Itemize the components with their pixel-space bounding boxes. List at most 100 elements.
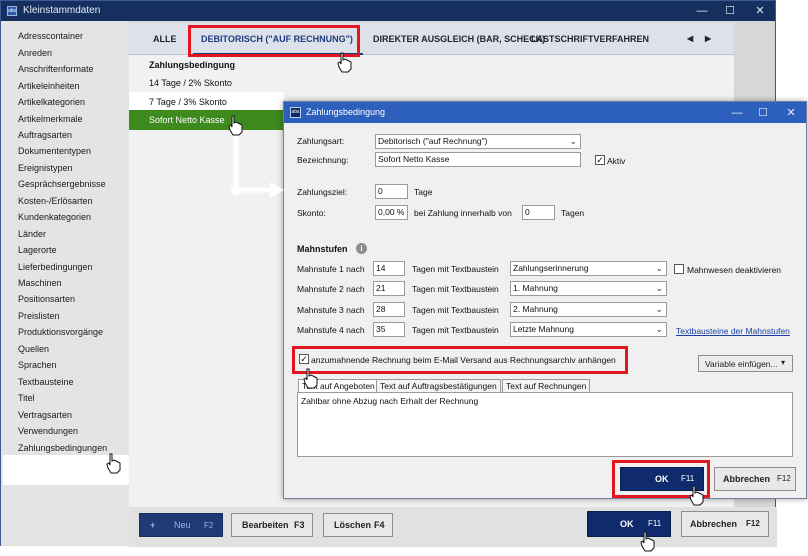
textbausteine-link[interactable]: Textbausteine der Mahnstufen <box>676 326 790 336</box>
zahlungsart-select[interactable]: Debitorisch ("auf Rechnung") ⌄ <box>375 134 581 149</box>
list-item[interactable]: 14 Tage / 2% Skonto <box>129 73 284 93</box>
sidebar-item-artikeleinheiten[interactable]: Artikeleinheiten <box>18 81 80 91</box>
mahnstufe-days-input[interactable]: 28 <box>373 302 405 317</box>
chevron-down-icon: ⌄ <box>655 304 663 314</box>
sidebar-item-produktionsvorgaenge[interactable]: Produktionsvorgänge <box>18 327 103 337</box>
hand-cursor-icon <box>228 115 243 136</box>
sidebar-item-vertragsarten[interactable]: Vertragsarten <box>18 410 72 420</box>
sidebar-item-preislisten[interactable]: Preislisten <box>18 311 60 321</box>
sidebar-item-artikelmerkmale[interactable]: Artikelmerkmale <box>18 114 83 124</box>
bezeichnung-label: Bezeichnung: <box>297 155 349 165</box>
mahnstufe-text-label: Tagen mit Textbaustein <box>412 305 499 315</box>
dropdown-arrow-icon: ▾ <box>781 358 786 367</box>
minimize-button[interactable]: — <box>693 3 711 19</box>
sidebar-item-lagerorte[interactable]: Lagerorte <box>18 245 57 255</box>
edit-button[interactable]: Bearbeiten F3 <box>231 513 313 537</box>
subtab-rechnungen[interactable]: Text auf Rechnungen <box>502 379 591 393</box>
sidebar-item-ereignistypen[interactable]: Ereignistypen <box>18 163 73 173</box>
sidebar-item-adresscontainer[interactable]: Adresscontainer <box>18 31 83 41</box>
window-title: Kleinstammdaten <box>23 5 101 16</box>
list-item[interactable]: 7 Tage / 3% Skonto <box>129 92 284 112</box>
mahnstufe-text-label: Tagen mit Textbaustein <box>412 264 499 274</box>
mahnstufe-days-input[interactable]: 21 <box>373 281 405 296</box>
sidebar-item-textbausteine[interactable]: Textbausteine <box>18 377 74 387</box>
mahnstufe-baustein-select[interactable]: 2. Mahnung ⌄ <box>510 302 667 317</box>
zahlungsziel-input[interactable]: 0 <box>375 184 408 199</box>
skonto-input[interactable]: 0,00 % <box>375 205 408 220</box>
highlight-tab-annotation <box>188 25 360 57</box>
dialog-maximize-button[interactable]: ☐ <box>754 105 772 121</box>
sidebar-item-lieferbedingungen[interactable]: Lieferbedingungen <box>18 262 93 272</box>
tab-alle[interactable]: ALLE <box>153 34 177 44</box>
skonto-label: Skonto: <box>297 208 326 218</box>
mahnstufe-label: Mahnstufe 1 nach <box>297 264 365 274</box>
main-titlebar: abs Kleinstammdaten — ☐ ✕ <box>1 1 775 21</box>
sidebar-item-dokumententypen[interactable]: Dokumententypen <box>18 146 91 156</box>
close-button[interactable]: ✕ <box>751 3 769 19</box>
subtab-auftragsbestaetigungen[interactable]: Text auf Auftragsbestätigungen <box>376 379 501 393</box>
variable-insert-button[interactable]: Variable einfügen... ▾ <box>698 355 793 372</box>
bezeichnung-input[interactable]: Sofort Netto Kasse <box>375 152 581 167</box>
chevron-down-icon: ⌄ <box>569 136 577 146</box>
highlight-checkbox-annotation <box>292 346 628 374</box>
mahnstufe-days-input[interactable]: 14 <box>373 261 405 276</box>
plus-icon: + <box>150 520 156 530</box>
chevron-down-icon: ⌄ <box>655 324 663 334</box>
sidebar-item-positionsarten[interactable]: Positionsarten <box>18 294 75 304</box>
sidebar-item-sprachen[interactable]: Sprachen <box>18 360 57 370</box>
sidebar-selected-highlight <box>3 455 147 485</box>
sidebar-item-quellen[interactable]: Quellen <box>18 344 49 354</box>
dialog-app-icon: abs <box>290 107 301 118</box>
sidebar-item-verwendungen[interactable]: Verwendungen <box>18 426 78 436</box>
aktiv-checkbox[interactable]: ✓ <box>595 155 605 165</box>
aktiv-label: Aktiv <box>607 156 626 166</box>
dialog-cancel-button[interactable]: Abbrechen F12 <box>714 467 796 491</box>
delete-button[interactable]: Löschen F4 <box>323 513 393 537</box>
list-header: Zahlungsbedingung <box>149 60 235 70</box>
tab-prev-icon[interactable]: ◀ <box>687 34 693 43</box>
zahlungsziel-tage-label: Tage <box>414 187 433 197</box>
chevron-down-icon: ⌄ <box>655 283 663 293</box>
dialog-close-button[interactable]: ✕ <box>782 105 800 121</box>
app-icon: abs <box>7 6 17 16</box>
skonto-mid-label: bei Zahlung innerhalb von <box>414 208 512 218</box>
sidebar-item-maschinen[interactable]: Maschinen <box>18 278 62 288</box>
mahnstufe-baustein-select[interactable]: Letzte Mahnung ⌄ <box>510 322 667 337</box>
hand-cursor-icon <box>303 368 318 389</box>
ok-button-main[interactable]: OK F11 <box>587 511 671 537</box>
sidebar-item-gespraechsergebnisse[interactable]: Gesprächsergebnisse <box>18 179 106 189</box>
hand-cursor-icon <box>106 453 121 474</box>
tab-direkter-ausgleich[interactable]: DIREKTER AUSGLEICH (BAR, SCHECK) <box>373 34 545 44</box>
sidebar-item-kundenkategorien[interactable]: Kundenkategorien <box>18 212 91 222</box>
sidebar-item-kosten-erloesarten[interactable]: Kosten-/Erlösarten <box>18 196 93 206</box>
mahnstufe-baustein-select[interactable]: Zahlungserinnerung ⌄ <box>510 261 667 276</box>
sidebar-item-anschriftenformate[interactable]: Anschriftenformate <box>18 64 94 74</box>
sidebar-item-anreden[interactable]: Anreden <box>18 48 52 58</box>
mahnstufe-text-label: Tagen mit Textbaustein <box>412 284 499 294</box>
sidebar-item-laender[interactable]: Länder <box>18 229 46 239</box>
mahnstufen-heading: Mahnstufen <box>297 244 348 254</box>
hand-cursor-icon <box>640 531 655 552</box>
skonto-days-input[interactable]: 0 <box>522 205 555 220</box>
zahlungsziel-label: Zahlungsziel: <box>297 187 348 197</box>
tab-lastschriftverfahren[interactable]: LASTSCHRIFTVERFAHREN <box>531 34 649 44</box>
bottom-bar: + Neu F2 Bearbeiten F3 Löschen F4 OK F11… <box>129 507 777 547</box>
dialog-minimize-button[interactable]: — <box>728 105 746 121</box>
mahnstufe-baustein-select[interactable]: 1. Mahnung ⌄ <box>510 281 667 296</box>
sidebar-item-artikelkategorien[interactable]: Artikelkategorien <box>18 97 85 107</box>
sidebar-item-auftragsarten[interactable]: Auftragsarten <box>18 130 72 140</box>
sidebar-item-zahlungsbedingungen[interactable]: Zahlungsbedingungen <box>18 443 107 453</box>
dialog-titlebar: abs Zahlungsbedingung — ☐ ✕ <box>284 102 806 123</box>
mahnstufe-days-input[interactable]: 35 <box>373 322 405 337</box>
info-icon[interactable]: i <box>356 243 367 254</box>
maximize-button[interactable]: ☐ <box>721 3 739 19</box>
mahnwesen-label: Mahnwesen deaktivieren <box>687 265 782 275</box>
hand-cursor-icon <box>689 485 704 506</box>
tab-next-icon[interactable]: ▶ <box>705 34 711 43</box>
cancel-button-main[interactable]: Abbrechen F12 <box>681 511 769 537</box>
payment-text-area[interactable]: Zahlbar ohne Abzug nach Erhalt der Rechn… <box>297 392 793 457</box>
mahnwesen-checkbox[interactable] <box>674 264 684 274</box>
new-button[interactable]: + Neu F2 <box>139 513 223 537</box>
sidebar-item-titel[interactable]: Titel <box>18 393 35 403</box>
skonto-tagen-label: Tagen <box>561 208 585 218</box>
